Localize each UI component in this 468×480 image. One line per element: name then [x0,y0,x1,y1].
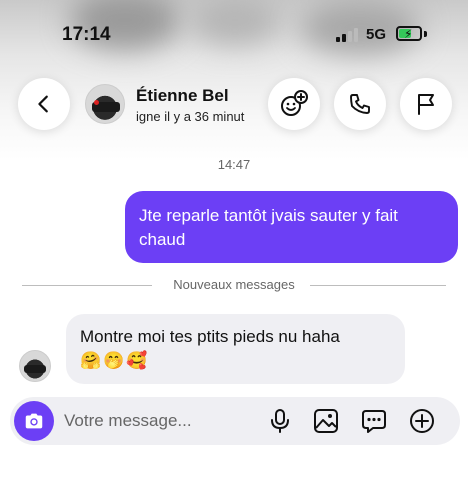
incoming-message-text: Montre moi tes ptits pieds nu haha [80,327,340,346]
status-time: 17:14 [62,24,111,45]
outgoing-message[interactable]: Jte reparle tantôt jvais sauter y fait c… [125,191,458,263]
status-bar: 17:14 5G ⚡ [0,0,468,70]
camera-icon [25,413,43,429]
gallery-button[interactable] [312,407,340,435]
microphone-icon [271,409,289,433]
call-button[interactable] [334,78,386,130]
microphone-button[interactable] [266,407,294,435]
phone-icon [350,94,370,114]
back-arrow-icon [38,95,48,113]
report-button[interactable] [400,78,452,130]
emoji-add-icon [281,90,308,116]
sticker-button[interactable] [360,407,388,435]
emoji-add-button[interactable] [268,78,320,130]
contact-status: igne il y a 36 minut [136,109,245,124]
message-composer [10,397,460,445]
new-messages-divider: Nouveaux messages [22,277,446,293]
sender-avatar[interactable] [19,350,51,382]
camera-button[interactable] [14,401,54,441]
network-label: 5G [366,26,387,43]
message-timestamp: 14:47 [217,157,251,172]
contact-avatar[interactable] [85,84,125,124]
incoming-message[interactable]: Montre moi tes ptits pieds nu haha 🤗🤭🥰 [66,314,405,384]
more-button[interactable] [408,407,436,435]
flag-icon [418,94,434,115]
chat-bubble-icon [362,410,386,433]
contact-name[interactable]: Étienne Bel [136,86,229,106]
image-icon [314,409,338,433]
battery-icon: ⚡ [396,26,422,41]
message-input[interactable] [64,409,254,433]
plus-icon [410,409,434,433]
outgoing-message-text: Jte reparle tantôt jvais sauter y fait c… [139,206,398,249]
incoming-message-emojis: 🤗🤭🥰 [80,351,150,371]
signal-icon [336,28,358,42]
back-button[interactable] [18,78,70,130]
